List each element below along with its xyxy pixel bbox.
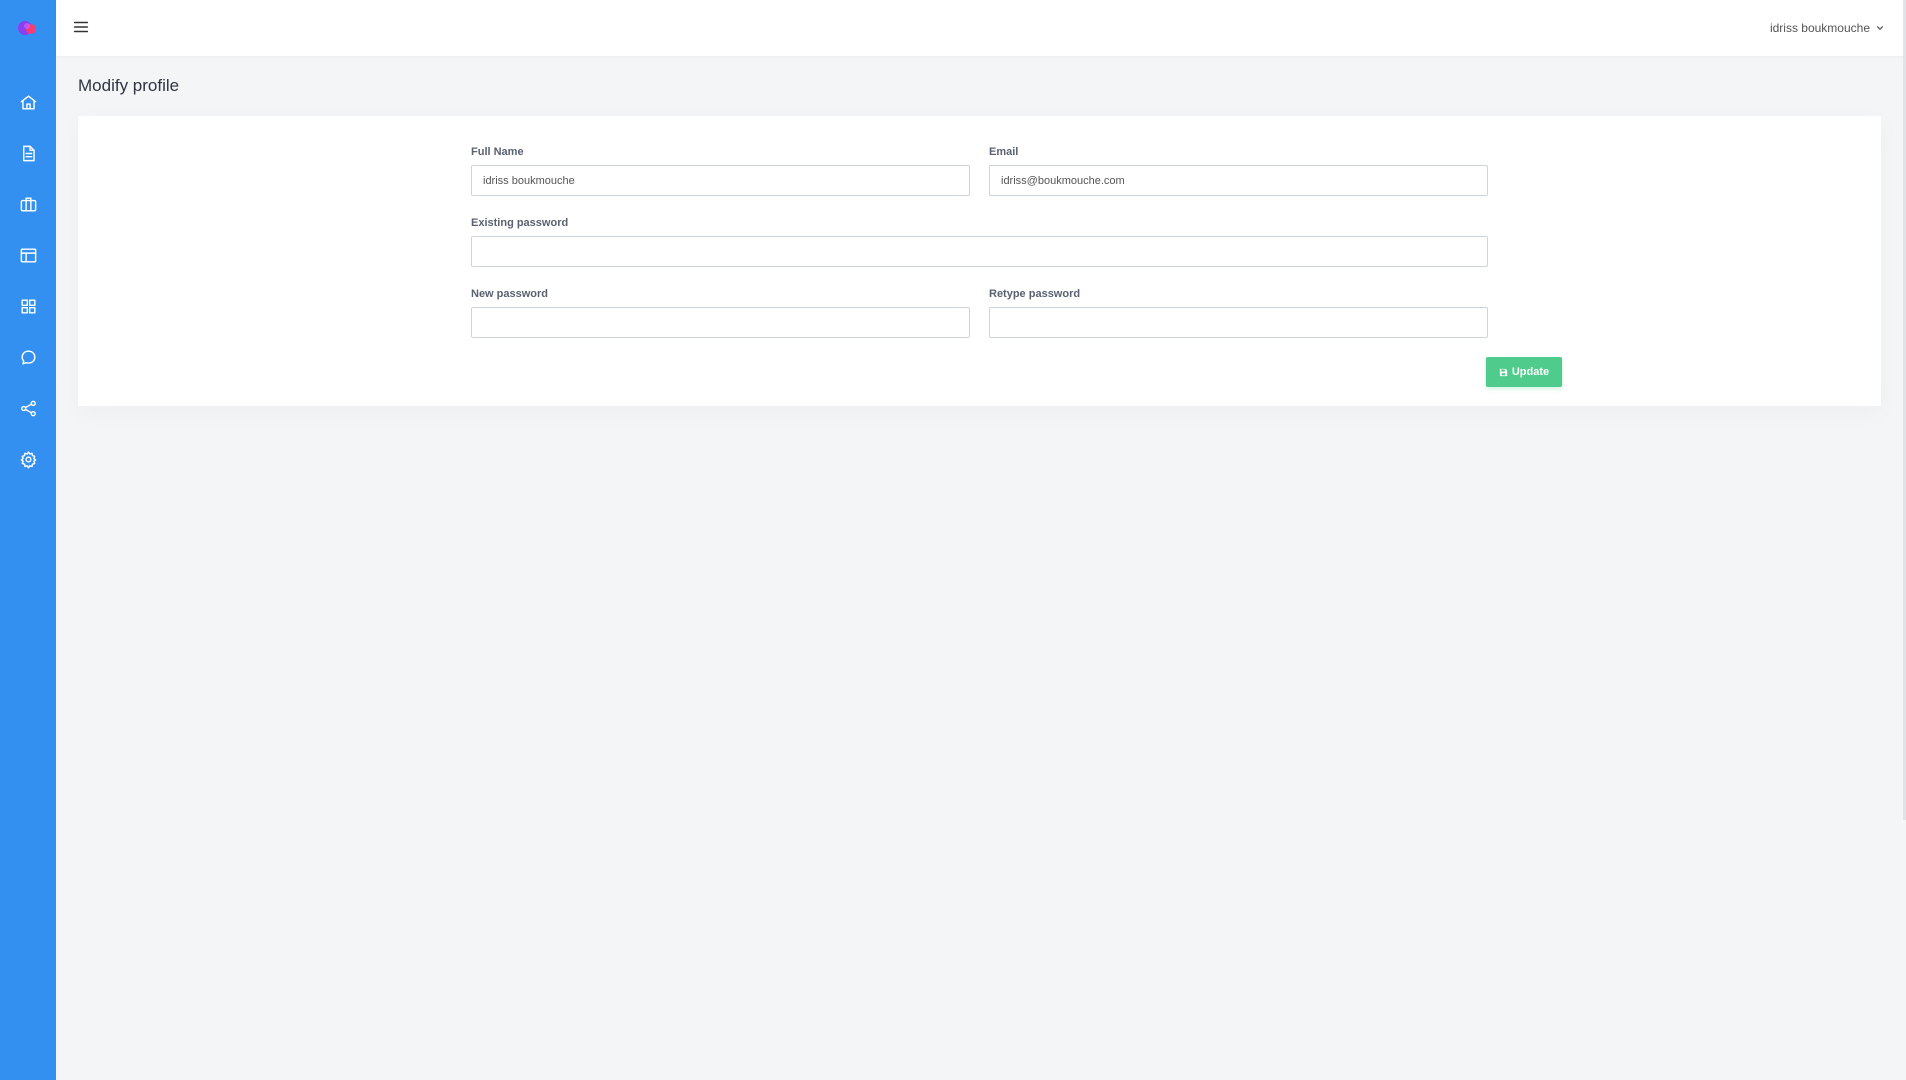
email-label: Email	[989, 146, 1019, 158]
update-button-label: Update	[1511, 366, 1550, 378]
chat-icon	[20, 349, 36, 365]
new-password-label: New password	[471, 288, 549, 300]
sidebar-item-apps[interactable]	[14, 292, 42, 320]
chevron-down-icon	[1877, 26, 1883, 30]
layout-icon	[20, 247, 36, 263]
menu-toggle-button[interactable]	[71, 17, 91, 37]
document-icon	[22, 145, 35, 161]
existing-password-label: Existing password	[471, 217, 569, 229]
sidebar-item-briefcase[interactable]	[14, 190, 42, 218]
grid-icon	[20, 298, 36, 314]
sidebar	[0, 0, 56, 1080]
user-menu[interactable]: idriss boukmouche	[1770, 19, 1884, 37]
retype-password-label: Retype password	[989, 288, 1081, 300]
update-button[interactable]: Update	[1486, 357, 1562, 387]
full-name-group: Full Name	[471, 146, 970, 196]
home-icon	[20, 94, 36, 110]
top-bar: idriss boukmouche	[56, 0, 1906, 56]
gear-icon	[20, 450, 36, 469]
email-input[interactable]	[989, 165, 1488, 196]
hamburger-icon	[73, 21, 89, 33]
new-password-input[interactable]	[471, 307, 970, 338]
sidebar-item-share[interactable]	[14, 394, 42, 422]
briefcase-icon	[20, 196, 36, 212]
user-name: idriss boukmouche	[1769, 21, 1870, 35]
full-name-input[interactable]	[471, 165, 970, 196]
existing-password-input[interactable]	[471, 236, 1488, 267]
email-group: Email	[989, 146, 1488, 196]
app-logo[interactable]	[15, 18, 41, 38]
existing-password-group: Existing password	[471, 217, 1488, 267]
sidebar-item-chat[interactable]	[14, 343, 42, 371]
sidebar-item-documents[interactable]	[14, 139, 42, 167]
sidebar-item-settings[interactable]	[14, 445, 42, 473]
full-name-label: Full Name	[471, 146, 524, 158]
page-title: Modify profile	[78, 76, 180, 95]
save-icon	[1499, 368, 1507, 376]
new-password-group: New password	[471, 288, 970, 338]
retype-password-input[interactable]	[989, 307, 1488, 338]
share-icon	[20, 400, 36, 416]
profile-card: Full Name Email Existing password New pa…	[78, 116, 1881, 406]
sidebar-item-home[interactable]	[14, 88, 42, 116]
sidebar-item-layout[interactable]	[14, 241, 42, 269]
retype-password-group: Retype password	[989, 288, 1488, 338]
